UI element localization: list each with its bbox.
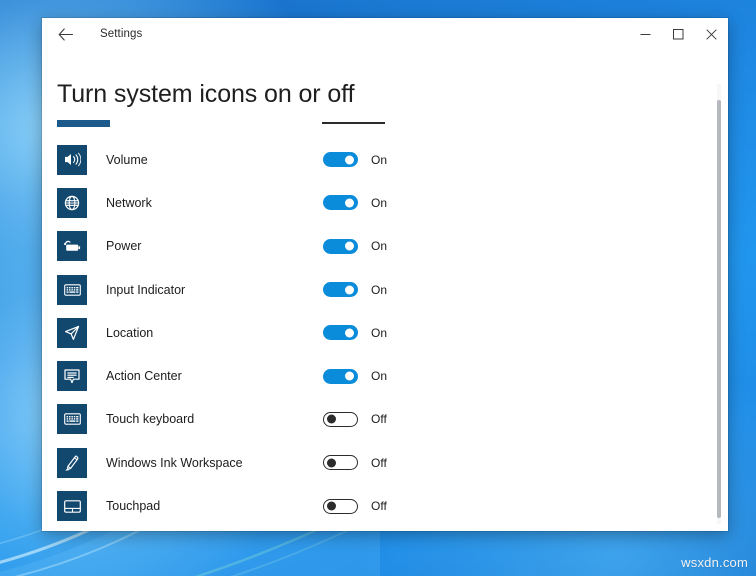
toggle-state-label: Off xyxy=(371,455,387,470)
volume-icon xyxy=(57,144,87,175)
desktop-background: Settings Turn system icons on or off Vol… xyxy=(0,0,756,576)
system-icon-toggle-group: On xyxy=(323,195,388,211)
system-icon-toggle-group: On xyxy=(323,152,388,168)
system-icon-toggle-group: On xyxy=(323,325,388,341)
system-icon-row: Touch keyboard Off xyxy=(42,398,728,441)
settings-content: Turn system icons on or off Volume On Netw… xyxy=(42,50,728,531)
toggle-switch[interactable] xyxy=(323,238,358,254)
system-icon-toggle-group: Off xyxy=(323,455,387,471)
back-button[interactable] xyxy=(44,19,86,49)
system-icon-label: Input Indicator xyxy=(106,282,186,297)
toggle-knob xyxy=(345,328,354,338)
system-icon-row: Windows Ink Workspace Off xyxy=(42,441,728,484)
header-divider-rule xyxy=(322,122,385,124)
window-titlebar[interactable]: Settings xyxy=(42,18,728,50)
system-icon-row: Network On xyxy=(42,181,728,224)
system-icon-label: Volume xyxy=(106,152,148,167)
windows-ink-icon xyxy=(57,447,87,478)
system-icon-toggle-group: On xyxy=(323,368,388,384)
toggle-knob xyxy=(345,198,354,208)
maximize-icon xyxy=(673,28,684,40)
close-button[interactable] xyxy=(695,18,728,50)
toggle-switch[interactable] xyxy=(323,282,358,298)
system-icon-toggle-group: Off xyxy=(323,498,387,514)
system-icon-row: Volume On xyxy=(42,138,728,181)
system-icon-label: Power xyxy=(106,239,142,254)
toggle-state-label: On xyxy=(371,152,388,167)
touchpad-icon xyxy=(57,491,87,522)
system-icon-label: Touchpad xyxy=(106,499,161,514)
toggle-knob xyxy=(345,285,354,295)
action-center-icon xyxy=(57,361,87,392)
toggle-state-label: Off xyxy=(371,499,387,514)
toggle-state-label: On xyxy=(371,325,388,340)
settings-window: Settings Turn system icons on or off Vol… xyxy=(42,18,728,531)
system-icon-toggle-group: Off xyxy=(323,411,387,427)
window-controls xyxy=(629,18,728,50)
system-icon-label: Action Center xyxy=(106,369,182,384)
input-indicator-icon xyxy=(57,274,87,305)
toggle-switch[interactable] xyxy=(323,368,358,384)
toggle-switch[interactable] xyxy=(323,152,358,168)
system-icon-toggle-group: On xyxy=(323,238,388,254)
toggle-switch[interactable] xyxy=(323,411,358,427)
system-icon-label: Touch keyboard xyxy=(106,412,195,427)
system-icon-row: Action Center On xyxy=(42,354,728,397)
location-icon xyxy=(57,317,87,348)
toggle-state-label: On xyxy=(371,282,388,297)
toggle-knob xyxy=(327,458,336,468)
system-icon-row: Touchpad Off xyxy=(42,484,728,527)
system-icon-label: Windows Ink Workspace xyxy=(106,455,243,470)
toggle-switch[interactable] xyxy=(323,498,358,514)
window-title: Settings xyxy=(100,28,143,40)
title-accent-bar xyxy=(57,120,110,127)
back-arrow-icon xyxy=(58,27,73,41)
network-globe-icon xyxy=(57,187,87,218)
touch-keyboard-icon xyxy=(57,404,87,435)
toggle-state-label: On xyxy=(371,195,388,210)
toggle-knob xyxy=(327,414,336,424)
watermark: wsxdn.com xyxy=(681,555,748,570)
close-icon xyxy=(706,28,717,40)
system-icon-label: Location xyxy=(106,325,154,340)
vertical-scrollbar[interactable] xyxy=(717,84,721,524)
toggle-knob xyxy=(345,371,354,381)
toggle-knob xyxy=(327,501,336,511)
system-icon-toggle-group: On xyxy=(323,282,388,298)
page-title: Turn system icons on or off xyxy=(57,80,355,108)
system-icon-row: Input Indicator On xyxy=(42,268,728,311)
toggle-knob xyxy=(345,155,354,165)
toggle-switch[interactable] xyxy=(323,325,358,341)
system-icons-list: Volume On Network On Power On Input Indicator O… xyxy=(42,138,728,531)
power-battery-icon xyxy=(57,231,87,262)
minimize-button[interactable] xyxy=(629,18,662,50)
system-icon-row: Location On xyxy=(42,311,728,354)
toggle-knob xyxy=(345,241,354,251)
toggle-switch[interactable] xyxy=(323,195,358,211)
toggle-state-label: Off xyxy=(371,412,387,427)
system-icon-row: MicrophoneOn xyxy=(42,528,728,531)
toggle-state-label: On xyxy=(371,369,388,384)
system-icon-row: Power On xyxy=(42,225,728,268)
system-icon-label: Network xyxy=(106,195,152,210)
scrollbar-thumb[interactable] xyxy=(717,100,721,518)
toggle-state-label: On xyxy=(371,239,388,254)
minimize-icon xyxy=(640,29,651,40)
maximize-button[interactable] xyxy=(662,18,695,50)
toggle-switch[interactable] xyxy=(323,455,358,471)
